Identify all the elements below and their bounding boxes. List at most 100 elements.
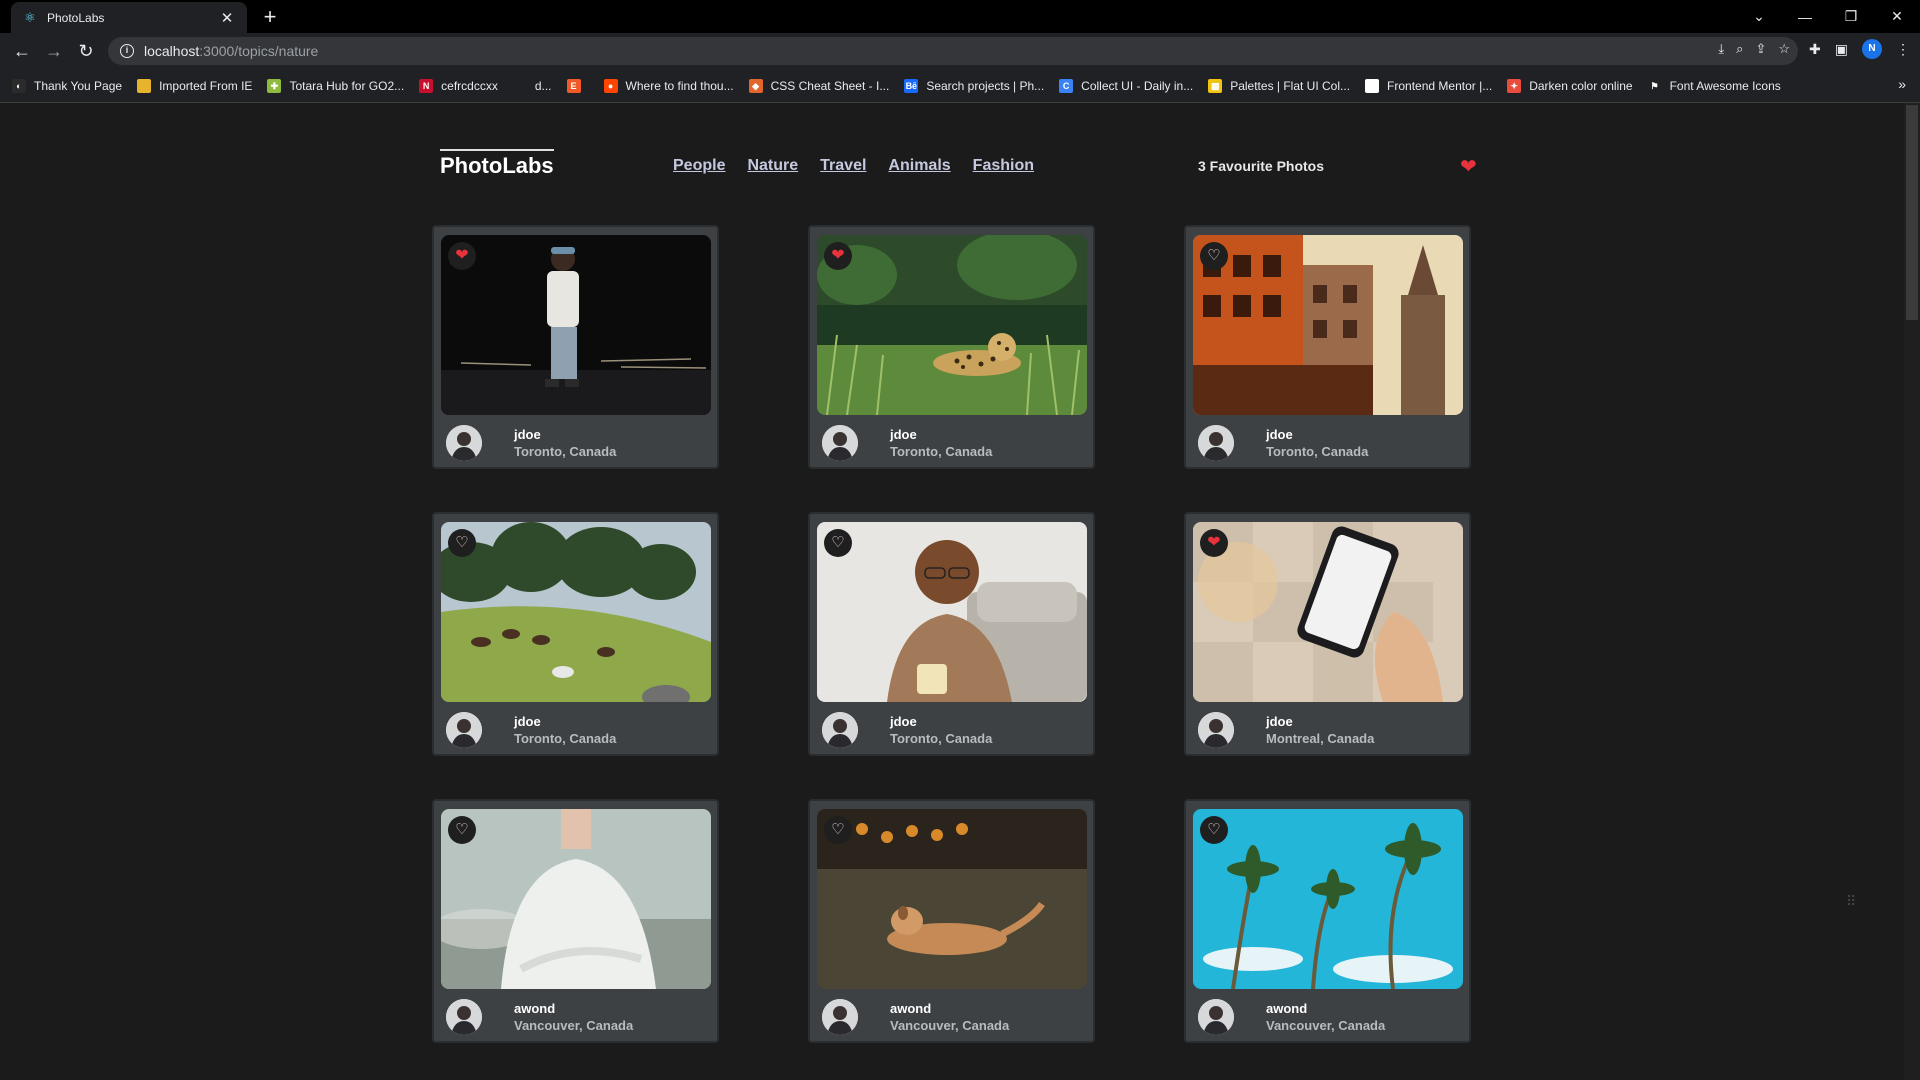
photo-card[interactable]: ♡ jdoe Toronto, Canada [432,512,719,756]
address-bar[interactable]: i localhost:3000/topics/nature ⤓ ⌕ ⇪ ☆ [108,37,1798,65]
avatar [822,999,858,1035]
topic-link-people[interactable]: People [673,157,725,175]
bookmark-item[interactable]: Bē Search projects | Ph... [904,78,1045,93]
restore-button[interactable]: ❐ [1828,8,1874,25]
bookmark-label: Search projects | Ph... [926,78,1045,93]
bookmark-favicon-icon: ● [603,78,618,93]
photo-image[interactable]: ❤ [1193,522,1463,702]
zoom-icon[interactable]: ⌕ [1736,41,1743,57]
bookmark-item[interactable]: E [566,78,589,93]
minimize-button[interactable]: — [1782,9,1828,25]
top-nav: PhotoLabs People Nature Travel Animals Fashi… [440,149,1480,189]
omnibox-actions: ⤓ ⌕ ⇪ ☆ [1718,41,1790,57]
photo-image[interactable]: ♡ [441,522,711,702]
photo-image[interactable]: ♡ [441,809,711,989]
topic-link-nature[interactable]: Nature [747,157,798,175]
photo-card[interactable]: ❤ jdoe Toronto, Canada [432,225,719,469]
favourite-heart-icon[interactable]: ❤ [824,242,852,270]
close-tab-icon[interactable]: ✕ [219,9,235,27]
bookmark-item[interactable]: d... [512,78,552,93]
photo-card[interactable]: ♡ awond Vancouver, Canada [1184,799,1471,1043]
photo-image[interactable]: ♡ [1193,809,1463,989]
photo-username: jdoe [890,714,917,729]
back-arrow-icon[interactable]: ← [6,41,38,62]
bookmarks-overflow-icon[interactable]: » [1898,76,1906,92]
close-window-button[interactable]: ✕ [1874,8,1920,25]
favourite-heart-icon[interactable]: ❤ [1200,529,1228,557]
topic-link-animals[interactable]: Animals [888,157,950,175]
bookmark-star-icon[interactable]: ☆ [1778,41,1790,57]
bookmark-item[interactable]: C Collect UI - Daily in... [1059,78,1194,93]
photo-image[interactable]: ♡ [817,522,1087,702]
grid-handle-icon: ⠿ [1846,893,1857,909]
photo-location: Montreal, Canada [1266,731,1375,746]
menu-kebab-icon[interactable]: ⋮ [1896,41,1910,58]
site-info-icon[interactable]: i [120,44,134,58]
avatar [822,425,858,461]
favourite-heart-icon[interactable]: ♡ [448,816,476,844]
photo-image[interactable]: ♡ [817,809,1087,989]
photo-card[interactable]: ♡ awond Vancouver, Canada [808,799,1095,1043]
photo-image[interactable]: ❤ [817,235,1087,415]
share-icon[interactable]: ⇪ [1755,41,1766,57]
favourite-heart-icon[interactable]: ♡ [824,816,852,844]
photo-username: jdoe [890,427,917,442]
bookmark-label: Imported From IE [159,78,253,93]
topic-link-travel[interactable]: Travel [820,157,866,175]
app-logo[interactable]: PhotoLabs [440,149,554,179]
bookmark-item[interactable]: Ncefrcdccxx [419,78,498,93]
reload-icon[interactable]: ↻ [70,41,102,62]
bookmark-label: Totara Hub for GO2... [289,78,405,93]
photo-image[interactable]: ❤ [441,235,711,415]
favourite-heart-icon[interactable]: ♡ [824,529,852,557]
profile-avatar[interactable]: N [1862,39,1882,59]
photo-card[interactable]: ♡ jdoe Toronto, Canada [1184,225,1471,469]
avatar [446,999,482,1035]
bookmark-item[interactable]: ● Where to find thou... [603,78,734,93]
toolbar-right: ✚ ▣ N ⋮ [1809,39,1910,59]
topic-link-fashion[interactable]: Fashion [973,157,1034,175]
bookmark-label: Collect UI - Daily in... [1081,78,1194,93]
photo-location: Toronto, Canada [514,444,617,459]
side-panel-icon[interactable]: ▣ [1835,41,1848,58]
favourite-heart-icon[interactable]: ♡ [448,529,476,557]
install-icon[interactable]: ⤓ [1718,41,1724,57]
photo-card[interactable]: ♡ awond Vancouver, Canada [432,799,719,1043]
bookmark-label: d... [534,78,552,93]
bookmark-label: Palettes | Flat UI Col... [1230,78,1351,93]
favourite-heart-icon[interactable]: ❤ [448,242,476,270]
favourite-heart-icon[interactable]: ♡ [1200,816,1228,844]
bookmark-item[interactable]: ✦ Darken color online [1507,78,1633,93]
forward-arrow-icon[interactable]: → [38,41,70,62]
photo-card[interactable]: ❤ jdoe Toronto, Canada [808,225,1095,469]
bookmark-label: Darken color online [1529,78,1633,93]
favourite-heart-icon[interactable]: ♡ [1200,242,1228,270]
browser-toolbar: ← → ↻ i localhost:3000/topics/nature ⤓ ⌕… [0,33,1920,69]
bookmark-label: Frontend Mentor |... [1387,78,1493,93]
bookmark-item[interactable]: ▦ Palettes | Flat UI Col... [1208,78,1351,93]
photo-username: jdoe [1266,427,1293,442]
photo-location: Toronto, Canada [514,731,617,746]
avatar [822,712,858,748]
browser-tab[interactable]: ⚛ PhotoLabs ✕ [11,2,247,33]
photo-username: awond [514,1001,556,1016]
favourites-heart-icon[interactable]: ❤ [1460,157,1477,177]
tab-search-icon[interactable]: ⌄ [1736,8,1782,25]
bookmark-item[interactable]: Imported From IE [137,78,253,93]
bookmark-item[interactable]: Frontend Mentor |... [1365,78,1493,93]
bookmark-item[interactable]: ✚ Totara Hub for GO2... [267,78,405,93]
url-host: localhost [144,43,200,59]
photo-image[interactable]: ♡ [1193,235,1463,415]
bookmark-item[interactable]: ◐ Thank You Page [12,78,123,93]
scrollbar-thumb[interactable] [1906,105,1918,320]
extensions-icon[interactable]: ✚ [1809,41,1821,58]
new-tab-button[interactable]: + [258,5,282,29]
avatar [446,425,482,461]
bookmarks-bar: ◐ Thank You Page Imported From IE ✚ Totara H… [0,69,1920,103]
bookmark-item[interactable]: ◆ CSS Cheat Sheet - I... [748,78,889,93]
photo-card[interactable]: ❤ jdoe Montreal, Canada [1184,512,1471,756]
bookmark-item[interactable]: ⚑ Font Awesome Icons [1647,78,1781,93]
bookmark-label: Thank You Page [34,78,123,93]
photo-card[interactable]: ♡ jdoe Toronto, Canada [808,512,1095,756]
scrollbar[interactable] [1904,103,1920,1080]
